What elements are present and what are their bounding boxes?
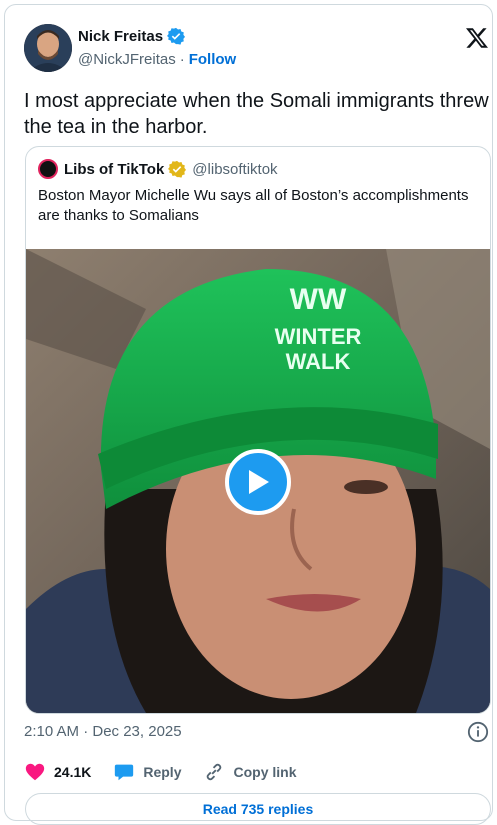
- hat-text-line1: WINTER: [275, 324, 362, 349]
- author-handle[interactable]: @NickJFreitas: [78, 51, 176, 68]
- read-replies-button[interactable]: Read 735 replies: [25, 793, 491, 825]
- info-icon[interactable]: [467, 721, 489, 743]
- hat-text-line2: WALK: [286, 349, 351, 374]
- quoted-author-handle[interactable]: @libsoftiktok: [192, 161, 277, 178]
- embedded-tweet-card: Nick Freitas @NickJFreitas · Follow I mo…: [4, 4, 493, 825]
- quoted-author-row: Libs of TikTok @libsoftiktok: [64, 160, 278, 178]
- copy-link-label: Copy link: [233, 764, 297, 780]
- video-thumbnail[interactable]: WW WINTER WALK: [26, 249, 490, 713]
- author-handle-row: @NickJFreitas · Follow: [78, 51, 236, 68]
- link-icon: [207, 763, 222, 781]
- like-button[interactable]: 24.1K: [24, 761, 91, 783]
- author-name-row[interactable]: Nick Freitas: [78, 27, 186, 45]
- follow-button[interactable]: Follow: [189, 51, 237, 68]
- verified-badge-icon: [168, 160, 187, 178]
- separator-dot: ·: [179, 51, 185, 68]
- reply-button[interactable]: Reply: [113, 761, 181, 783]
- x-logo-icon[interactable]: [465, 26, 489, 50]
- verified-badge-icon: [167, 27, 186, 45]
- reply-bubble-icon: [115, 764, 134, 781]
- tweet-text: I most appreciate when the Somali immigr…: [24, 90, 489, 138]
- hat-logo: WW: [290, 283, 347, 316]
- play-icon: [249, 470, 269, 494]
- heart-icon: [25, 763, 45, 781]
- quoted-tweet[interactable]: Libs of TikTok @libsoftiktok Boston Mayo…: [25, 146, 491, 714]
- quoted-author-avatar[interactable]: [38, 159, 58, 179]
- tweet-timestamp[interactable]: 2:10 AM · Dec 23, 2025: [24, 723, 182, 740]
- quoted-author-name[interactable]: Libs of TikTok: [64, 161, 164, 178]
- author-name[interactable]: Nick Freitas: [78, 28, 163, 45]
- copy-link-button[interactable]: Copy link: [203, 761, 297, 783]
- reply-label: Reply: [143, 764, 182, 780]
- like-count: 24.1K: [54, 764, 92, 780]
- author-avatar[interactable]: [24, 24, 72, 72]
- tweet-actions: 24.1K Reply Copy link: [24, 761, 319, 783]
- quoted-tweet-text: Boston Mayor Michelle Wu says all of Bos…: [38, 187, 469, 224]
- play-button[interactable]: [225, 449, 291, 515]
